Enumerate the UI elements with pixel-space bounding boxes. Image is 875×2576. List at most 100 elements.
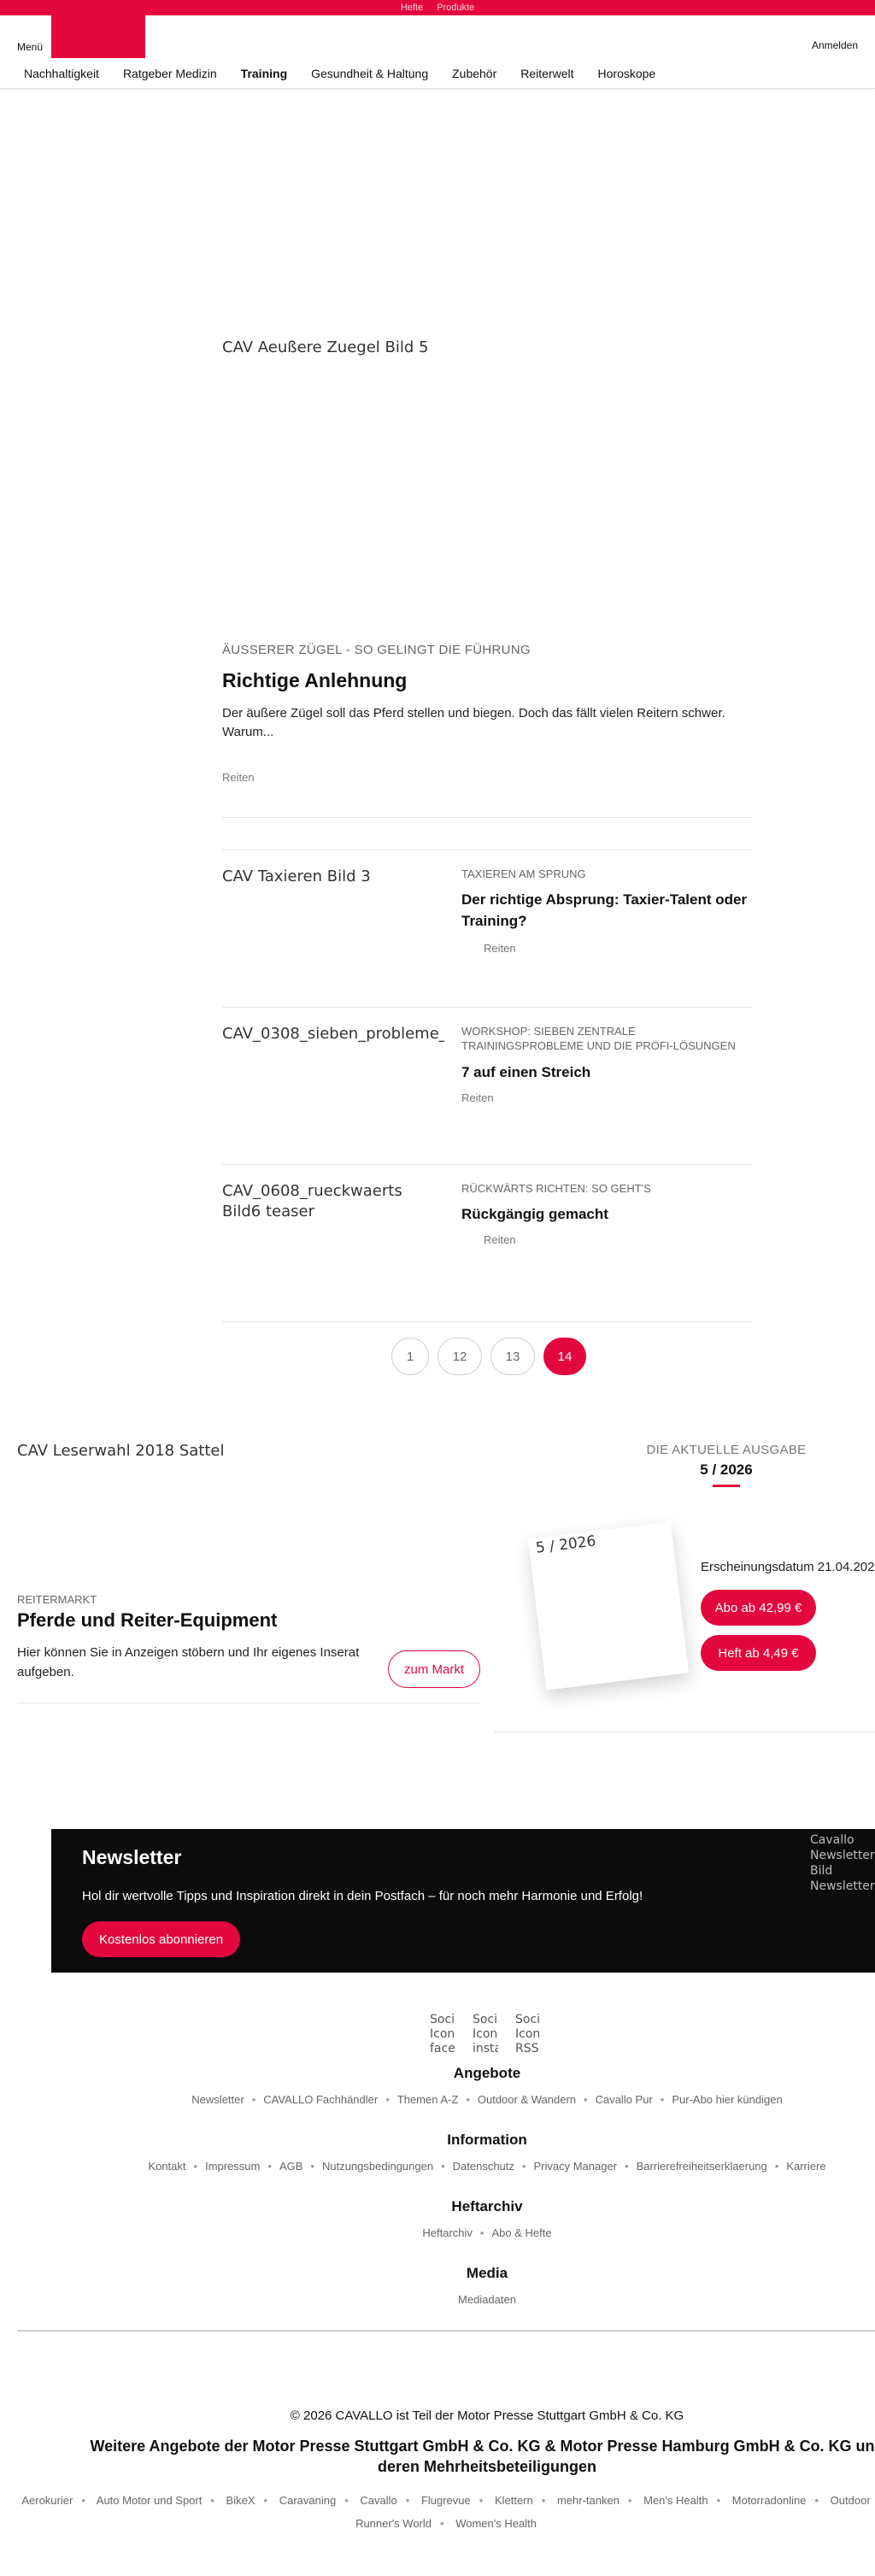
newsletter-text: Hol dir wertvolle Tipps und Inspiration … bbox=[82, 1889, 643, 1903]
nav-item-horoskope[interactable]: Horoskope bbox=[598, 67, 656, 80]
issue-number: 5 / 2026 bbox=[700, 1461, 753, 1478]
footer-link[interactable]: Motorradonline bbox=[732, 2494, 807, 2507]
footer-link[interactable]: Auto Motor und Sport bbox=[97, 2494, 203, 2507]
page-button-current[interactable]: 14 bbox=[543, 1338, 586, 1375]
separator-dot: • bbox=[193, 2160, 198, 2173]
footer-link[interactable]: Nutzungsbedingungen bbox=[322, 2160, 433, 2173]
menu-button[interactable]: Menü bbox=[17, 41, 43, 53]
footer-divider bbox=[17, 2330, 875, 2332]
teaser-image[interactable]: CAV_0608_rueckwaerts Bild6 teaser bbox=[222, 1181, 444, 1222]
footer-link[interactable]: CAVALLO Fachhändler bbox=[263, 2093, 378, 2106]
teaser-image[interactable]: CAV_0308_sieben_probleme_ bbox=[222, 1024, 444, 1044]
separator-dot: • bbox=[267, 2160, 272, 2173]
nav-item-ratgeber-medizin[interactable]: Ratgeber Medizin bbox=[123, 67, 217, 80]
separator-dot: • bbox=[210, 2494, 214, 2507]
nav-item-gesundheit-haltung[interactable]: Gesundheit & Haltung bbox=[311, 67, 428, 80]
footer-link[interactable]: Karriere bbox=[786, 2160, 825, 2173]
login-link[interactable]: Anmelden bbox=[812, 39, 858, 51]
teaser-tag[interactable]: Reiten bbox=[484, 942, 516, 955]
hero-tag[interactable]: Reiten bbox=[222, 771, 255, 784]
separator-dot: • bbox=[405, 2494, 410, 2507]
site-logo[interactable] bbox=[51, 15, 145, 58]
footer-link[interactable]: Cavallo bbox=[360, 2494, 396, 2507]
footer-link[interactable]: Flugrevue bbox=[421, 2494, 471, 2507]
footer-link[interactable]: Aerokurier bbox=[21, 2494, 73, 2507]
footer-link[interactable]: Outdoor bbox=[831, 2494, 871, 2507]
market-kicker: REITERMARKT bbox=[17, 1593, 97, 1606]
hero-image-alt: CAV Aeußere Zuegel Bild 5 bbox=[222, 338, 429, 356]
footer-link[interactable]: Pur-Abo hier kündigen bbox=[672, 2093, 782, 2106]
footer-link[interactable]: Caravaning bbox=[279, 2494, 337, 2507]
other-offers-heading: Weitere Angebote der Motor Presse Stuttg… bbox=[90, 2438, 875, 2475]
newsletter-box: Newsletter Hol dir wertvolle Tipps und I… bbox=[51, 1829, 875, 1973]
divider bbox=[222, 817, 752, 818]
top-bar: Hefte Produkte bbox=[0, 0, 875, 15]
separator-dot: • bbox=[466, 2093, 470, 2106]
footer-link[interactable]: Newsletter bbox=[191, 2093, 244, 2106]
separator-dot: • bbox=[310, 2160, 314, 2173]
separator-dot: • bbox=[521, 2160, 526, 2173]
footer-link[interactable]: Impressum bbox=[205, 2160, 260, 2173]
nav-item-nachhaltigkeit[interactable]: Nachhaltigkeit bbox=[24, 67, 99, 80]
separator-dot: • bbox=[716, 2494, 721, 2507]
topbar-link-produkte[interactable]: Produkte bbox=[437, 3, 474, 13]
separator-dot: • bbox=[344, 2494, 349, 2507]
page-button[interactable]: 13 bbox=[490, 1338, 535, 1375]
teaser-tag[interactable]: Reiten bbox=[461, 1091, 494, 1104]
hero-image[interactable]: CAV Aeußere Zuegel Bild 5 bbox=[222, 338, 428, 356]
teaser-image[interactable]: CAV Taxieren Bild 3 bbox=[222, 867, 444, 887]
market-button[interactable]: zum Markt bbox=[388, 1650, 480, 1688]
teaser-kicker: TAXIEREN AM SPRUNG bbox=[461, 867, 586, 880]
teaser-tag[interactable]: Reiten bbox=[484, 1233, 516, 1246]
footer-link[interactable]: Cavallo Pur bbox=[596, 2093, 653, 2106]
separator-dot: • bbox=[251, 2093, 256, 2106]
page-button[interactable]: 12 bbox=[438, 1338, 482, 1375]
footer-heading-angebote: Angebote bbox=[453, 2065, 521, 2081]
topbar-link-hefte[interactable]: Hefte bbox=[401, 3, 423, 13]
buy-issue-button[interactable]: Heft ab 4,49 € bbox=[701, 1635, 816, 1671]
footer-link[interactable]: Men's Health bbox=[643, 2494, 708, 2507]
footer-link[interactable]: Klettern bbox=[495, 2494, 533, 2507]
footer-link[interactable]: AGB bbox=[279, 2160, 302, 2173]
separator-dot: • bbox=[479, 2494, 484, 2507]
subscribe-button[interactable]: Abo ab 42,99 € bbox=[701, 1590, 816, 1626]
footer-link[interactable]: Women's Health bbox=[455, 2517, 537, 2530]
separator-dot: • bbox=[625, 2160, 629, 2173]
footer-link[interactable]: Themen A-Z bbox=[397, 2093, 459, 2106]
footer-link[interactable]: Barrierefreiheitserklaerung bbox=[637, 2160, 767, 2173]
divider bbox=[222, 1007, 752, 1008]
footer-link[interactable]: Privacy Manager bbox=[533, 2160, 617, 2173]
footer-link[interactable]: BikeX bbox=[226, 2494, 255, 2507]
teaser-kicker: RÜCKWÄRTS RICHTEN: SO GEHT'S bbox=[461, 1182, 651, 1195]
footer-link[interactable]: Abo & Hefte bbox=[491, 2226, 551, 2239]
page-button[interactable]: 1 bbox=[391, 1338, 429, 1375]
separator-dot: • bbox=[81, 2494, 85, 2507]
copyright: © 2026 CAVALLO ist Teil der Motor Presse… bbox=[290, 2408, 684, 2423]
separator-dot: • bbox=[814, 2494, 819, 2507]
market-description: Hier können Sie in Anzeigen stöbern und … bbox=[17, 1645, 360, 1679]
market-title[interactable]: Pferde und Reiter-Equipment bbox=[17, 1609, 277, 1632]
teaser-title[interactable]: Rückgängig gemacht bbox=[461, 1203, 752, 1225]
nav-item-zubehoer[interactable]: Zubehör bbox=[452, 67, 496, 80]
issue-cover-alt: 5 / 2026 bbox=[534, 1532, 597, 1557]
footer-link[interactable]: Mediadaten bbox=[458, 2293, 516, 2306]
separator-dot: • bbox=[660, 2093, 665, 2106]
footer-link[interactable]: Heftarchiv bbox=[422, 2226, 473, 2239]
nav-item-reiterwelt[interactable]: Reiterwelt bbox=[520, 67, 573, 80]
footer-link[interactable]: Kontakt bbox=[148, 2160, 185, 2173]
nav-item-training[interactable]: Training bbox=[241, 67, 287, 80]
footer-link[interactable]: Datenschutz bbox=[453, 2160, 514, 2173]
newsletter-subscribe-button[interactable]: Kostenlos abonnieren bbox=[82, 1921, 240, 1957]
teaser-kicker: WORKSHOP: SIEBEN ZENTRALE TRAININGSPROBL… bbox=[461, 1025, 736, 1052]
issue-cover[interactable]: 5 / 2026 bbox=[527, 1521, 690, 1691]
market-image[interactable]: CAV Leserwahl 2018 Sattel bbox=[17, 1442, 224, 1460]
separator-dot: • bbox=[440, 2517, 444, 2530]
footer-link[interactable]: Outdoor & Wandern bbox=[478, 2093, 576, 2106]
footer-link[interactable]: mehr-tanken bbox=[557, 2494, 620, 2507]
separator-dot: • bbox=[774, 2160, 779, 2173]
hero-title[interactable]: Richtige Anlehnung bbox=[222, 669, 407, 692]
divider bbox=[222, 1321, 752, 1322]
teaser-title[interactable]: 7 auf einen Streich bbox=[461, 1062, 752, 1083]
footer-link[interactable]: Runner's World bbox=[355, 2517, 432, 2530]
teaser-title[interactable]: Der richtige Absprung: Taxier-Talent ode… bbox=[461, 889, 752, 932]
